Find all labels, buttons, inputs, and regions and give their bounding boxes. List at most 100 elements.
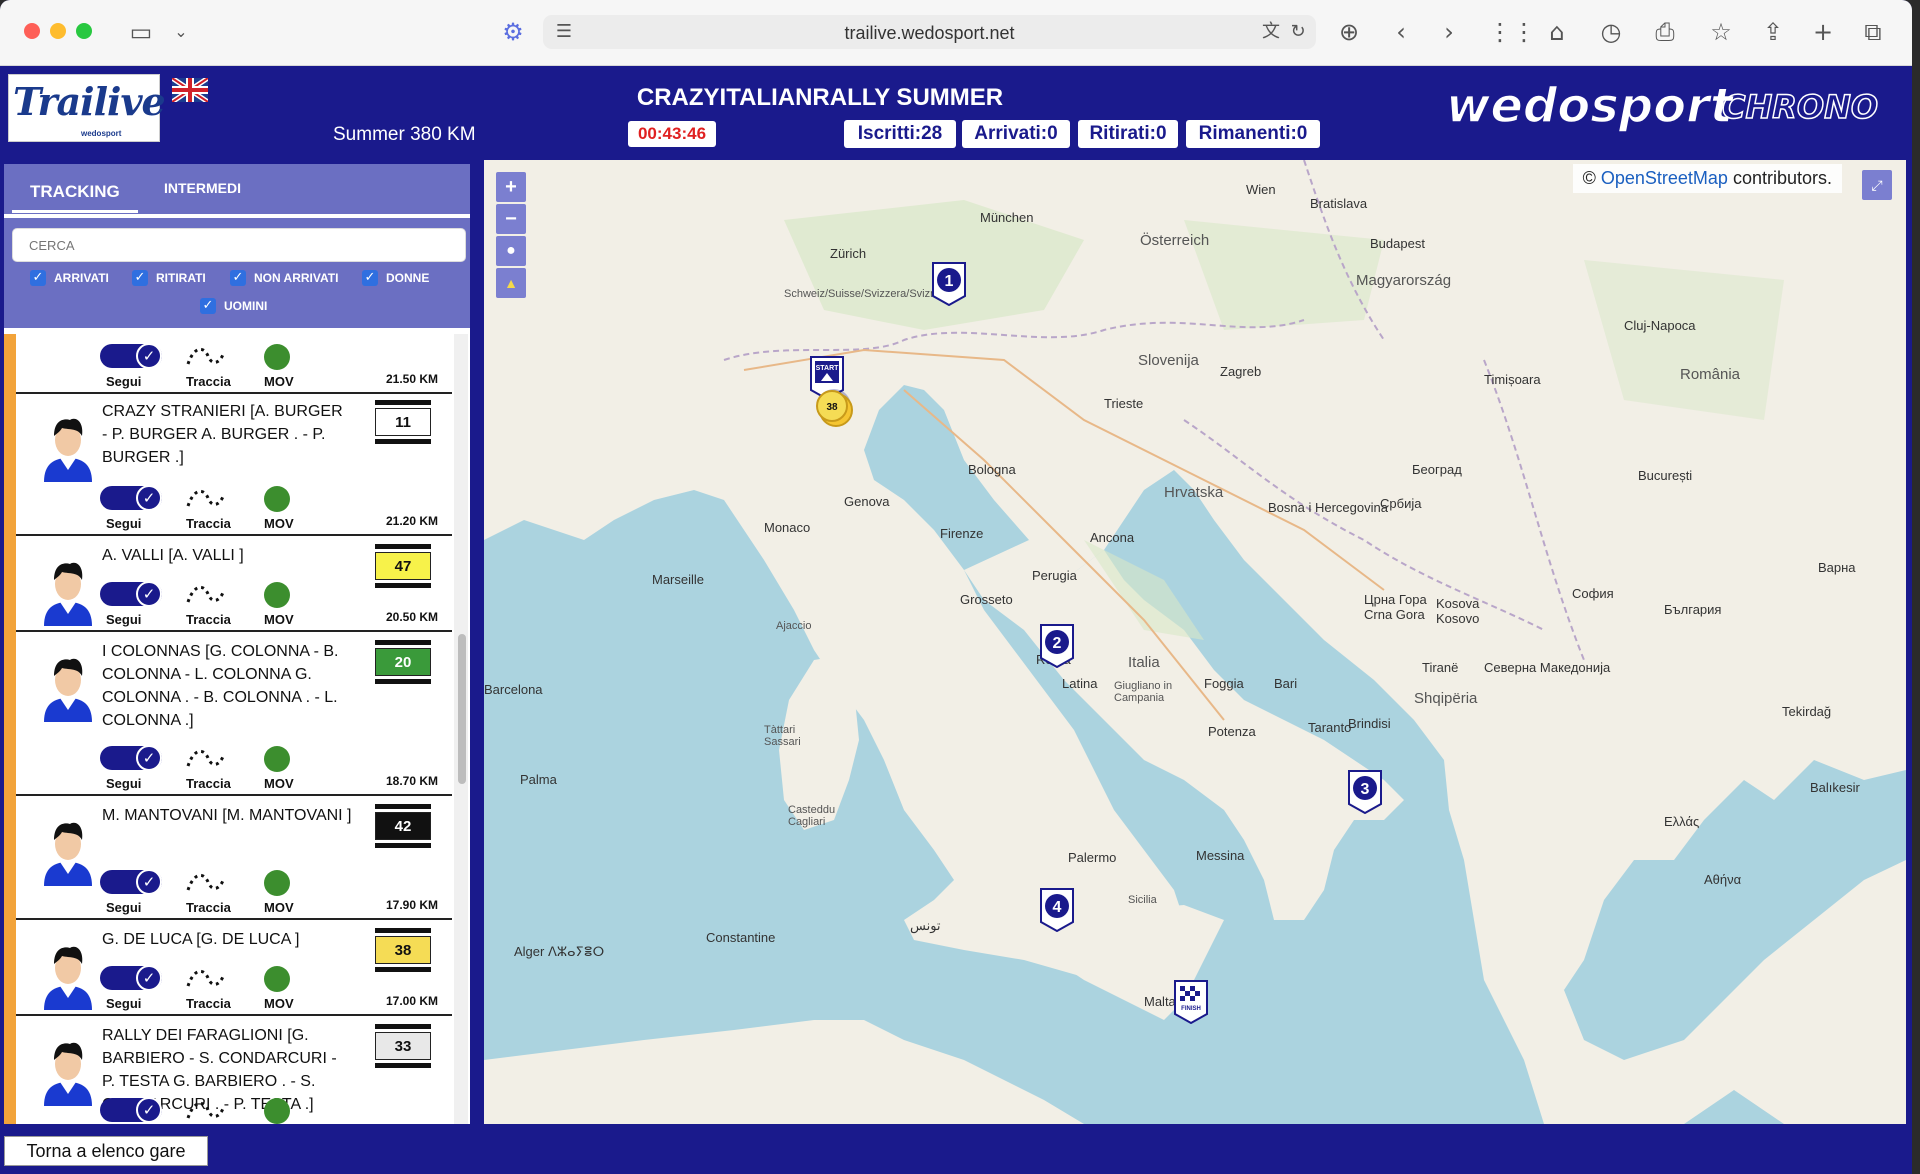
altimetry-chart-icon[interactable]: ▲	[496, 268, 526, 298]
map-label-italia: Italia	[1128, 654, 1160, 671]
map-label-cluj: Cluj-Napoca	[1624, 318, 1696, 333]
waypoint-marker-3[interactable]: 3	[1348, 770, 1382, 815]
avatar	[44, 822, 92, 886]
zoom-in-button[interactable]: +	[496, 172, 526, 202]
list-item[interactable]: M. MANTOVANI [M. MANTOVANI ] 42 ✓ Segui …	[16, 798, 452, 920]
track-icon[interactable]	[184, 964, 228, 994]
segui-toggle[interactable]: ✓	[100, 581, 162, 607]
checkbox-checked-icon[interactable]: ✓	[230, 270, 246, 286]
list-item[interactable]: CRAZY STRANIERI [A. BURGER - P. BURGER A…	[16, 394, 452, 536]
zoom-out-button[interactable]: −	[496, 204, 526, 234]
tab-intermedi[interactable]: INTERMEDI	[164, 180, 241, 196]
participant-name[interactable]: G. DE LUCA [G. DE LUCA ]	[102, 928, 352, 951]
filter-arrivati[interactable]: ✓ ARRIVATI	[30, 270, 109, 286]
runner-cluster[interactable]: 38	[812, 386, 856, 430]
checkbox-checked-icon[interactable]: ✓	[132, 270, 148, 286]
distance-km: 18.70 KM	[386, 774, 439, 788]
list-scrollbar-thumb[interactable]	[458, 634, 466, 784]
track-icon[interactable]	[184, 868, 228, 898]
list-item[interactable]: RALLY DEI FARAGLIONI [G. BARBIERO - S. C…	[16, 1018, 452, 1124]
participant-name[interactable]: A. VALLI [A. VALLI ]	[102, 544, 352, 567]
map-label-palermo: Palermo	[1068, 850, 1117, 865]
participants-list[interactable]: ✓ Segui Traccia MOV 21.50 KM CRAZY STRAN…	[4, 334, 470, 1124]
browser-window: ▭ ⌄ ⚙ ☰ trailive.wedosport.net 文 ↻ ⊕ ‹ ›…	[0, 0, 1912, 1174]
tab-tracking[interactable]: TRACKING	[12, 182, 138, 213]
race-distance: Summer 380 KM	[333, 124, 476, 145]
filter-ritirati[interactable]: ✓ RITIRATI	[132, 270, 206, 286]
waypoint-marker-2[interactable]: 2	[1040, 624, 1074, 669]
map-label-zagreb: Zagreb	[1220, 364, 1262, 379]
participant-name[interactable]: M. MANTOVANI [M. MANTOVANI ]	[102, 804, 352, 827]
finish-marker[interactable]: FINISH	[1174, 980, 1208, 1025]
waypoint-marker-1[interactable]: 1	[932, 262, 966, 307]
fullscreen-icon[interactable]: ⤢	[1862, 170, 1892, 200]
wedosport-chrono-logo[interactable]: wedosport CHRONO	[1440, 76, 1880, 136]
map-label-constantine: Constantine	[706, 930, 776, 945]
trailive-logo[interactable]: Trailive wedosport	[8, 74, 166, 142]
privacy-shield-icon[interactable]: ⚙	[498, 17, 528, 47]
map-label-tirana: Tiranë	[1422, 660, 1459, 675]
translate-icon[interactable]: 文	[1256, 17, 1286, 47]
track-icon[interactable]	[184, 1096, 228, 1124]
checkbox-checked-icon[interactable]: ✓	[200, 298, 216, 314]
map-label-pristina: Kosova Kosovo	[1436, 596, 1480, 626]
forward-icon[interactable]: ›	[1434, 17, 1464, 47]
back-to-races-button[interactable]: Torna a elenco gare	[4, 1136, 208, 1166]
share-icon[interactable]: ⇪	[1758, 17, 1788, 47]
list-item[interactable]: G. DE LUCA [G. DE LUCA ] 38 ✓ Segui Trac…	[16, 922, 452, 1016]
apps-grid-icon[interactable]: ⋮⋮	[1488, 17, 1536, 47]
map-label-balgaria: България	[1664, 602, 1722, 617]
bib-value: 38	[375, 936, 431, 964]
track-icon[interactable]	[184, 484, 228, 514]
participant-name[interactable]: I COLONNAS [G. COLONNA - B. COLONNA - L.…	[102, 640, 352, 732]
filter-uomini[interactable]: ✓ UOMINI	[200, 298, 267, 314]
segui-toggle[interactable]: ✓	[100, 343, 162, 369]
track-icon[interactable]	[184, 342, 228, 372]
reload-icon[interactable]: ↻	[1283, 17, 1313, 47]
print-icon[interactable]: ⎙	[1650, 17, 1680, 47]
mov-status-icon	[264, 746, 290, 772]
chevron-down-icon[interactable]: ⌄	[166, 17, 196, 47]
checkbox-checked-icon[interactable]: ✓	[362, 270, 378, 286]
track-icon[interactable]	[184, 580, 228, 610]
waypoint-number: 1	[945, 273, 954, 290]
segui-toggle[interactable]: ✓	[100, 745, 162, 771]
map-label-srbija: Србија	[1380, 496, 1422, 511]
close-window-button[interactable]	[24, 23, 40, 39]
race-map[interactable]: Wien Bratislava Österreich München Züric…	[484, 160, 1906, 1124]
waypoint-marker-4[interactable]: 4	[1040, 888, 1074, 933]
zoom-window-button[interactable]	[76, 23, 92, 39]
new-tab-icon[interactable]: +	[1808, 17, 1838, 47]
segui-toggle[interactable]: ✓	[100, 1097, 162, 1123]
minimize-window-button[interactable]	[50, 23, 66, 39]
user-location-icon[interactable]: ●	[496, 236, 526, 266]
map-label-sofia: София	[1572, 586, 1614, 601]
search-input[interactable]	[12, 228, 466, 262]
track-icon[interactable]	[184, 744, 228, 774]
home-icon[interactable]: ⌂	[1542, 17, 1572, 47]
filter-donne[interactable]: ✓ DONNE	[362, 270, 429, 286]
mov-label: MOV	[264, 612, 294, 627]
back-icon[interactable]: ‹	[1386, 17, 1416, 47]
download-icon[interactable]: ⊕	[1334, 17, 1364, 47]
history-icon[interactable]: ◷	[1596, 17, 1626, 47]
avatar	[44, 562, 92, 626]
check-icon: ✓	[136, 581, 162, 607]
map-attribution: © OpenStreetMap contributors.	[1572, 164, 1842, 193]
filter-non-arrivati[interactable]: ✓ NON ARRIVATI	[230, 270, 338, 286]
tabs-overview-icon[interactable]: ⧉	[1858, 17, 1888, 47]
sidebar-toggle-icon[interactable]: ▭	[126, 17, 156, 47]
segui-toggle[interactable]: ✓	[100, 965, 162, 991]
uk-flag-icon[interactable]	[172, 78, 208, 102]
page-footer: Torna a elenco gare	[0, 1130, 1912, 1174]
traccia-label: Traccia	[186, 776, 231, 791]
bookmark-star-icon[interactable]: ☆	[1706, 17, 1736, 47]
checkbox-checked-icon[interactable]: ✓	[30, 270, 46, 286]
participant-name[interactable]: CRAZY STRANIERI [A. BURGER - P. BURGER A…	[102, 400, 352, 469]
list-item[interactable]: I COLONNAS [G. COLONNA - B. COLONNA - L.…	[16, 634, 452, 796]
openstreetmap-link[interactable]: OpenStreetMap	[1601, 168, 1728, 188]
segui-toggle[interactable]: ✓	[100, 869, 162, 895]
list-item[interactable]: A. VALLI [A. VALLI ] 47 ✓ Segui Traccia …	[16, 538, 452, 632]
address-bar[interactable]: ☰ trailive.wedosport.net 文 ↻	[543, 15, 1316, 49]
segui-toggle[interactable]: ✓	[100, 485, 162, 511]
